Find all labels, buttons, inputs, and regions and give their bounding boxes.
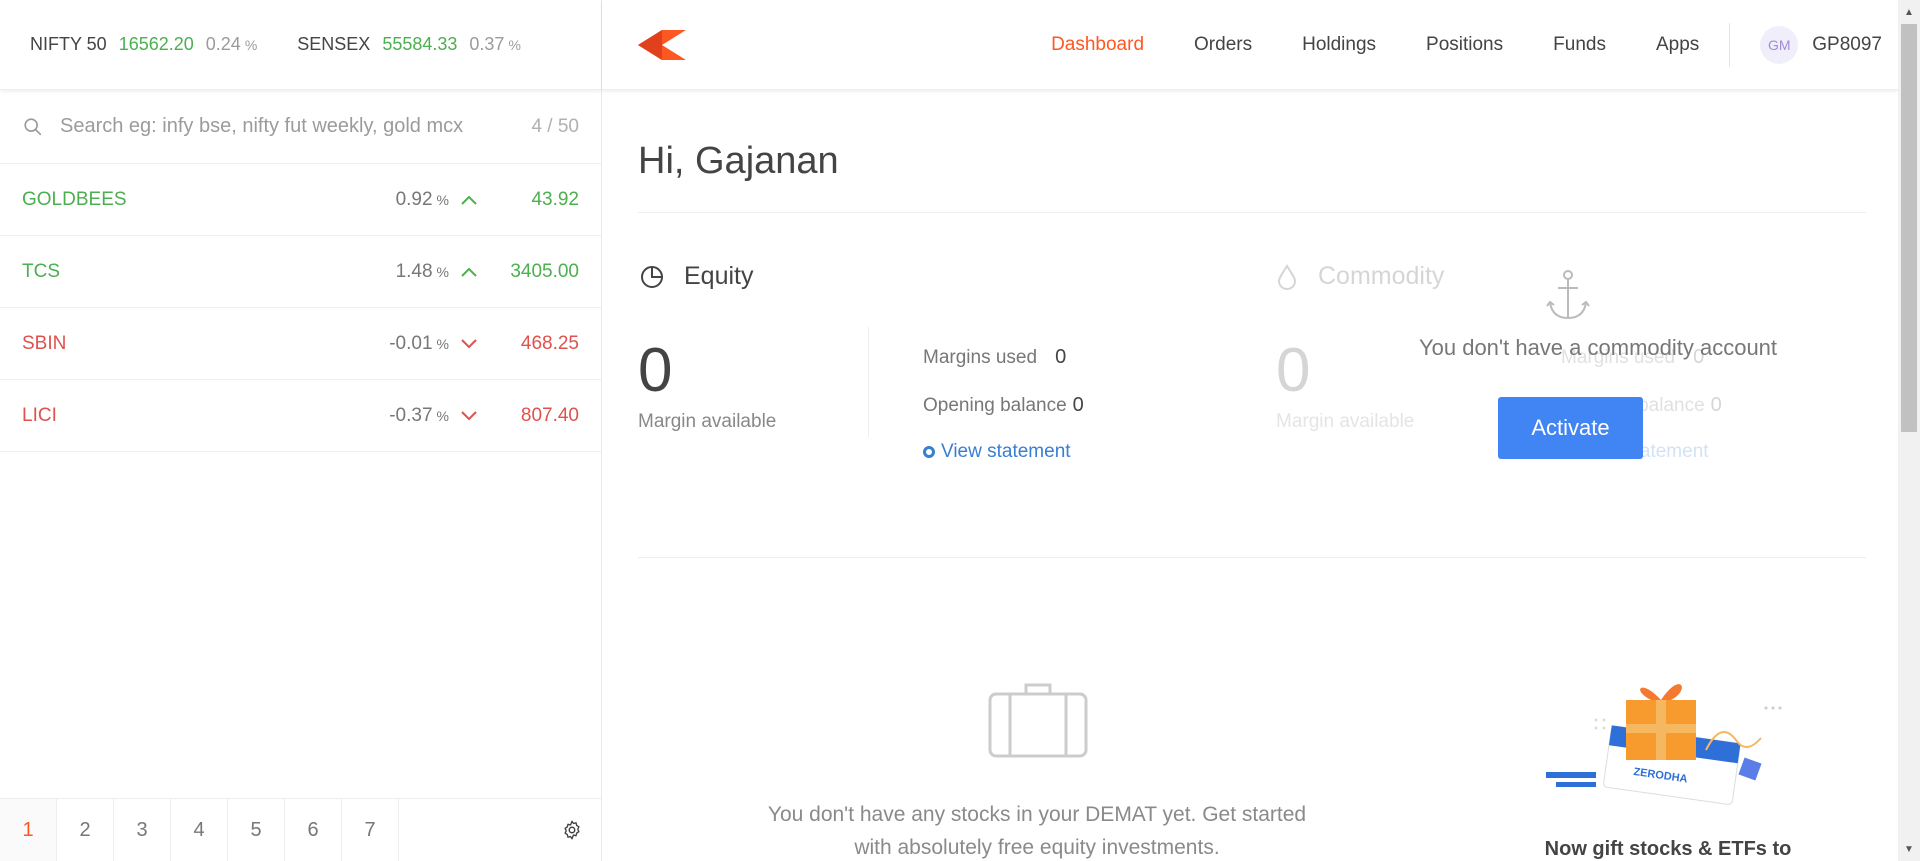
search-input[interactable] <box>60 115 532 138</box>
divider <box>638 557 1866 558</box>
watchlist-pages: 1 2 3 4 5 6 7 <box>0 798 601 861</box>
nav-positions[interactable]: Positions <box>1426 34 1503 56</box>
gift-promo-title: Now gift stocks & ETFs to <box>1544 838 1792 860</box>
instrument-ltp: 468.25 <box>520 332 579 354</box>
watchlist-tab-2[interactable]: 2 <box>57 798 114 861</box>
equity-margin-available-value: 0 <box>638 336 673 405</box>
instrument-ltp: 3405.00 <box>510 260 579 282</box>
instrument-symbol: TCS <box>22 260 60 282</box>
index-value: 55584.33 <box>382 34 458 54</box>
market-indices-bar: NIFTY 50 16562.20 0.24% SENSEX 55584.33 … <box>0 0 601 90</box>
scrollbar-thumb[interactable] <box>1901 24 1917 432</box>
instrument-change: -0.37% <box>389 404 449 426</box>
scroll-down-arrow[interactable]: ▼ <box>1898 839 1920 859</box>
watchlist-tab-3[interactable]: 3 <box>114 798 171 861</box>
anchor-icon <box>1546 270 1590 320</box>
divider <box>638 212 1866 213</box>
equity-margin-available-label: Margin available <box>638 411 777 432</box>
pie-chart-icon <box>641 265 663 288</box>
user-id: GP8097 <box>1812 34 1882 55</box>
instrument-ltp: 43.92 <box>531 188 579 210</box>
commodity-section-title: Commodity <box>1276 262 1444 291</box>
main-nav: Dashboard Orders Holdings Positions Fund… <box>1001 0 1898 90</box>
index-nifty[interactable]: NIFTY 50 16562.20 0.24% <box>30 34 257 55</box>
index-change: 0.24% <box>205 34 258 54</box>
chevron-up-icon <box>449 194 489 206</box>
activate-commodity-button[interactable]: Activate <box>1498 397 1643 459</box>
watchlist-tab-7[interactable]: 7 <box>342 798 399 861</box>
instrument-symbol: LICI <box>22 404 57 426</box>
watchlist-tab-6[interactable]: 6 <box>285 798 342 861</box>
nav-funds[interactable]: Funds <box>1553 34 1606 56</box>
statement-icon <box>923 446 935 458</box>
nav-apps[interactable]: Apps <box>1656 34 1699 56</box>
chevron-down-icon <box>449 338 489 350</box>
kite-dashboard: NIFTY 50 16562.20 0.24% SENSEX 55584.33 … <box>0 0 1920 861</box>
instrument-symbol: GOLDBEES <box>22 188 127 210</box>
gift-illustration: ZERODHA <box>1546 684 1782 805</box>
briefcase-icon <box>988 683 1088 758</box>
marketwatch-panel: NIFTY 50 16562.20 0.24% SENSEX 55584.33 … <box>0 0 602 861</box>
instrument-symbol: SBIN <box>22 332 67 354</box>
equity-margins-used: Margins used 0 <box>923 346 1067 368</box>
watchlist-tab-5[interactable]: 5 <box>228 798 285 861</box>
search-icon <box>24 117 42 135</box>
equity-section-title: Equity <box>638 262 753 291</box>
instrument-ltp: 807.40 <box>520 404 579 426</box>
dashboard-content: Hi, Gajanan Equity 0 Margin available Ma… <box>638 90 1866 861</box>
watchlist-count: 4 / 50 <box>531 115 579 137</box>
watchlist-item-sbin[interactable]: SBIN -0.01% 468.25 <box>0 308 601 380</box>
equity-opening-balance: Opening balance 0 <box>923 394 1084 416</box>
kite-logo[interactable] <box>638 30 686 60</box>
nav-holdings[interactable]: Holdings <box>1302 34 1376 56</box>
index-name: NIFTY 50 <box>30 34 107 54</box>
empty-holdings-message: You don't have any stocks in your DEMAT … <box>767 803 1307 859</box>
drop-icon <box>1277 263 1297 290</box>
instrument-change: 0.92% <box>395 188 449 210</box>
divider <box>868 327 869 437</box>
index-change: 0.37% <box>469 34 521 54</box>
equity-view-statement-link[interactable]: View statement <box>923 441 1071 463</box>
gear-icon[interactable] <box>561 819 583 841</box>
chevron-up-icon <box>449 266 489 278</box>
page-scrollbar[interactable]: ▲ ▼ <box>1898 0 1920 861</box>
page-title: Hi, Gajanan <box>638 140 839 182</box>
nav-dashboard[interactable]: Dashboard <box>1051 34 1144 56</box>
commodity-margin-available-value: 0 <box>1276 336 1311 405</box>
scroll-up-arrow[interactable]: ▲ <box>1898 2 1920 22</box>
watchlist-item-goldbees[interactable]: GOLDBEES 0.92% 43.92 <box>0 164 601 236</box>
index-sensex[interactable]: SENSEX 55584.33 0.37% <box>297 34 521 55</box>
instrument-search: 4 / 50 <box>0 90 601 164</box>
nav-divider <box>1729 23 1731 67</box>
nav-orders[interactable]: Orders <box>1194 34 1252 56</box>
watchlist-item-tcs[interactable]: TCS 1.48% 3405.00 <box>0 236 601 308</box>
commodity-margin-available-label: Margin available <box>1276 411 1415 432</box>
avatar: GM <box>1760 26 1799 64</box>
no-commodity-message: You don't have a commodity account <box>1418 335 1778 360</box>
instrument-change: -0.01% <box>389 332 449 354</box>
user-menu[interactable]: GM GP8097 <box>1760 26 1882 64</box>
index-name: SENSEX <box>297 34 371 54</box>
instrument-change: 1.48% <box>395 260 449 282</box>
watchlist-tab-1[interactable]: 1 <box>0 798 57 861</box>
index-value: 16562.20 <box>118 34 194 54</box>
chevron-down-icon <box>449 410 489 422</box>
top-navbar: Dashboard Orders Holdings Positions Fund… <box>602 0 1898 90</box>
watchlist-tab-4[interactable]: 4 <box>171 798 228 861</box>
watchlist-item-lici[interactable]: LICI -0.37% 807.40 <box>0 380 601 452</box>
